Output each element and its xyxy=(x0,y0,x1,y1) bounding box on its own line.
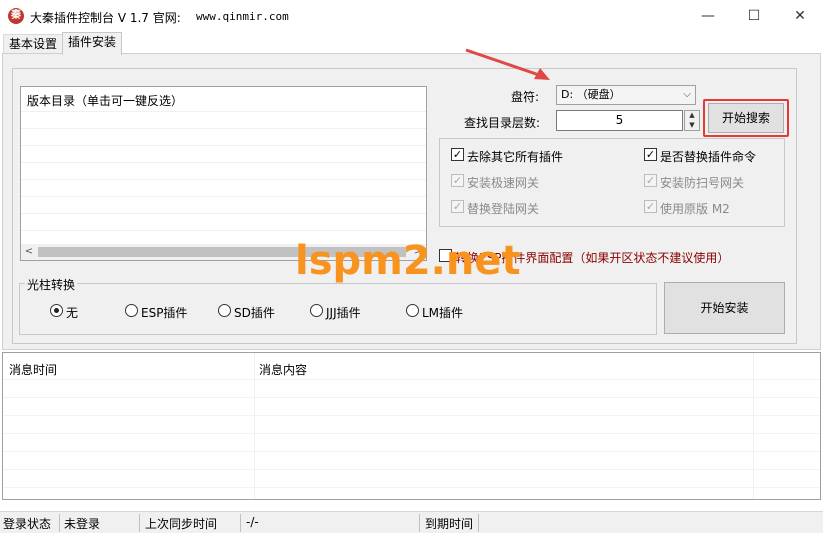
option-login-gateway-label: 替换登陆网关 xyxy=(467,202,540,216)
status-bar: 登录状态 未登录 上次同步时间 -/- 到期时间 xyxy=(0,511,823,533)
cursor-group-title: 光柱转换 xyxy=(25,276,78,293)
option-remove-others-checkbox[interactable]: ✓ xyxy=(451,148,464,161)
radio-lm-label: LM插件 xyxy=(422,306,464,320)
login-status-label: 登录状态 xyxy=(3,517,52,531)
option-original-m2-label: 使用原版 M2 xyxy=(660,202,730,216)
last-sync-label: 上次同步时间 xyxy=(145,517,218,531)
chevron-down-icon: ⌵ xyxy=(683,89,691,100)
radio-jjj-label: JJJ插件 xyxy=(326,306,361,320)
close-button[interactable]: ✕ xyxy=(777,0,823,32)
option-anti-scan-checkbox: ✓ xyxy=(644,174,657,187)
message-log[interactable]: 消息时间 消息内容 xyxy=(2,352,821,500)
radio-none-label: 无 xyxy=(66,306,79,320)
maximize-button[interactable]: ☐ xyxy=(731,0,777,32)
app-logo-icon: 秦 xyxy=(8,8,24,24)
option-fast-gateway-checkbox: ✓ xyxy=(451,174,464,187)
option-anti-scan-label: 安装防扫号网关 xyxy=(660,176,745,190)
last-sync-value: -/- xyxy=(246,515,259,529)
scroll-left-icon[interactable]: < xyxy=(21,244,37,260)
tab-strip: 基本设置 插件安装 xyxy=(0,32,823,55)
drive-value: D: （硬盘） xyxy=(561,88,621,101)
minimize-button[interactable]: — xyxy=(685,0,731,32)
radio-lm[interactable] xyxy=(406,304,419,317)
log-column-time[interactable]: 消息时间 xyxy=(9,361,57,378)
expire-label: 到期时间 xyxy=(425,517,474,531)
tab-basic-settings[interactable]: 基本设置 xyxy=(3,34,64,54)
depth-input[interactable]: 5 xyxy=(556,110,683,131)
option-remove-others-label: 去除其它所有插件 xyxy=(467,150,564,164)
login-status-value: 未登录 xyxy=(64,517,101,531)
radio-sd[interactable] xyxy=(218,304,231,317)
option-replace-command-checkbox[interactable]: ✓ xyxy=(644,148,657,161)
spin-down-icon[interactable]: ▼ xyxy=(685,121,699,131)
tab-plugin-install[interactable]: 插件安装 xyxy=(62,32,123,55)
option-original-m2-checkbox: ✓ xyxy=(644,200,657,213)
watermark-text: lspm2.net xyxy=(295,238,521,284)
search-button-highlight xyxy=(703,99,789,137)
option-fast-gateway-label: 安装极速网关 xyxy=(467,176,540,190)
radio-sd-label: SD插件 xyxy=(234,306,275,320)
depth-stepper[interactable]: ▲ ▼ xyxy=(684,110,700,131)
version-list[interactable]: 版本目录（单击可一键反选） < > xyxy=(20,86,427,261)
annotation-arrow-icon xyxy=(465,48,550,80)
drive-select[interactable]: D: （硬盘） ⌵ xyxy=(556,85,696,105)
radio-esp[interactable] xyxy=(125,304,138,317)
radio-none[interactable] xyxy=(50,304,63,317)
spin-up-icon[interactable]: ▲ xyxy=(685,111,699,121)
option-login-gateway-checkbox: ✓ xyxy=(451,200,464,213)
log-column-content[interactable]: 消息内容 xyxy=(259,361,307,378)
depth-label: 查找目录层数: xyxy=(464,116,541,130)
option-replace-command-label: 是否替换插件命令 xyxy=(660,150,757,164)
website-url: www.qinmir.com xyxy=(196,10,289,23)
version-list-header: 版本目录（单击可一键反选） xyxy=(27,94,184,108)
window-title: 大秦插件控制台 V 1.7 官网: xyxy=(30,11,181,25)
title-bar: 秦 大秦插件控制台 V 1.7 官网: www.qinmir.com — ☐ ✕ xyxy=(0,0,823,32)
radio-jjj[interactable] xyxy=(310,304,323,317)
drive-label: 盘符: xyxy=(511,90,540,104)
radio-esp-label: ESP插件 xyxy=(141,306,188,320)
start-install-button[interactable]: 开始安装 xyxy=(664,282,785,334)
